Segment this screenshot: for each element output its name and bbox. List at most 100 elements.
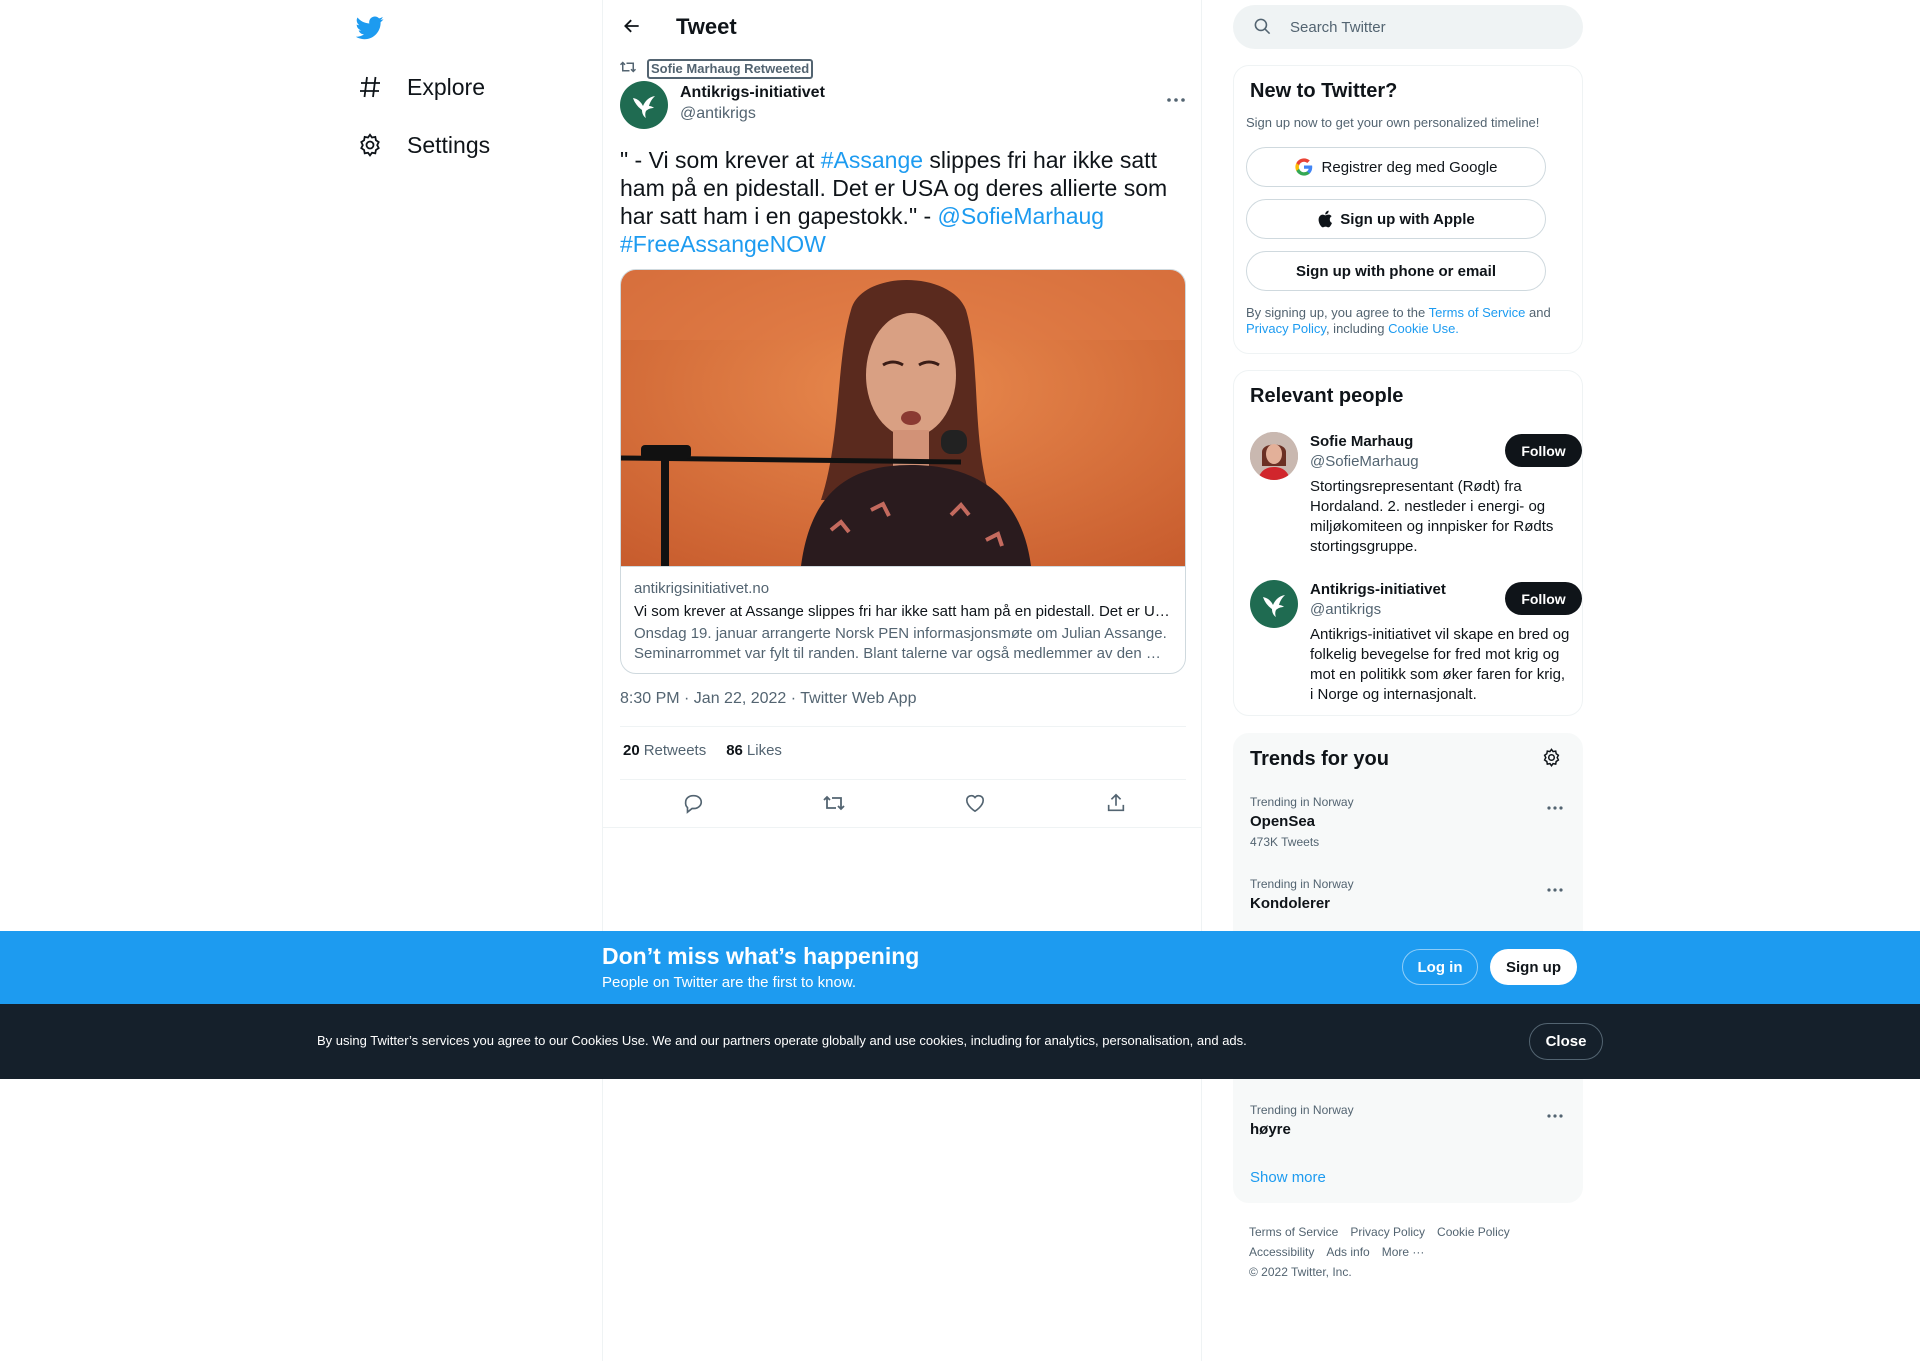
mention-link[interactable]: @SofieMarhaug — [938, 203, 1105, 229]
trend-count: 473K Tweets — [1250, 835, 1320, 849]
trend-name: OpenSea — [1250, 813, 1316, 830]
apple-icon — [1317, 210, 1333, 228]
author-avatar[interactable] — [620, 81, 668, 129]
hashtag-icon — [355, 72, 385, 102]
reply-icon — [682, 792, 704, 817]
avatar[interactable] — [1250, 432, 1298, 480]
signup-legal-text: By signing up, you agree to the Terms of… — [1246, 305, 1566, 337]
footer-cookie-link[interactable]: Cookie Policy — [1437, 1225, 1522, 1239]
apple-signup-button[interactable]: Sign up with Apple — [1246, 199, 1546, 239]
follow-button[interactable]: Follow — [1505, 582, 1582, 615]
cookie-banner-text: By using Twitter’s services you agree to… — [317, 1033, 1247, 1048]
retweets-count: 20 — [623, 742, 640, 759]
footer-link-label: Terms of Service — [1249, 1225, 1339, 1239]
trend-name: Kondolerer — [1250, 895, 1331, 912]
gear-icon — [1542, 748, 1561, 770]
footer-more-link[interactable]: More ··· — [1382, 1245, 1437, 1259]
tweet-text-part: " - Vi som krever at — [620, 147, 821, 173]
cookie-banner: By using Twitter’s services you agree to… — [0, 1004, 1920, 1079]
back-button[interactable] — [613, 8, 651, 46]
footer-privacy-link[interactable]: Privacy Policy — [1350, 1225, 1437, 1239]
cookie-close-button[interactable]: Close — [1529, 1023, 1603, 1060]
tweet-text: " - Vi som krever at #Assange slippes fr… — [620, 146, 1185, 258]
apple-signup-label: Sign up with Apple — [1340, 210, 1475, 228]
author-handle[interactable]: @antikrigs — [680, 105, 756, 123]
trend-more-button[interactable] — [1540, 1103, 1570, 1123]
card-domain: antikrigsinitiativet.no — [634, 580, 770, 597]
like-button[interactable] — [955, 784, 995, 824]
link-card[interactable]: antikrigsinitiativet.no Vi som krever at… — [620, 269, 1186, 674]
likes-stat[interactable]: 86 Likes — [726, 742, 782, 759]
person-bio: Stortingsrepresentant (Rødt) fra Hordala… — [1310, 478, 1554, 555]
card-image — [621, 270, 1185, 566]
copyright: © 2022 Twitter, Inc. — [1249, 1265, 1352, 1279]
share-button[interactable] — [1096, 784, 1136, 824]
page-title: Tweet — [676, 14, 737, 39]
trends-title: Trends for you — [1250, 748, 1389, 770]
follow-button[interactable]: Follow — [1505, 434, 1582, 467]
google-icon — [1294, 158, 1313, 176]
footer-link-label: Ads info — [1326, 1245, 1370, 1259]
nav-explore[interactable]: Explore — [343, 59, 497, 115]
avatar[interactable] — [1250, 580, 1298, 628]
legal-text: By signing up, you agree to the — [1246, 305, 1429, 320]
trend-more-button[interactable] — [1540, 877, 1570, 897]
signup-banner-subtitle: People on Twitter are the first to know. — [602, 974, 857, 991]
google-signup-button[interactable]: Registrer deg med Google — [1246, 147, 1546, 187]
trend-item[interactable]: Trending in Norway høyre — [1234, 1103, 1582, 1169]
hashtag-assange-link[interactable]: #Assange — [821, 147, 923, 173]
signup-button[interactable]: Sign up — [1490, 949, 1577, 985]
share-icon — [1105, 792, 1127, 817]
tweet-more-button[interactable] — [1161, 82, 1191, 112]
twitter-logo-icon[interactable] — [351, 10, 389, 46]
nav-settings-label: Settings — [407, 131, 491, 158]
trend-context: Trending in Norway — [1250, 877, 1354, 891]
phone-email-signup-button[interactable]: Sign up with phone or email — [1246, 251, 1546, 291]
trend-item[interactable]: Trending in Norway OpenSea 473K Tweets — [1234, 795, 1582, 861]
trend-context: Trending in Norway — [1250, 1103, 1354, 1117]
main-column: Tweet Sofie Marhaug Retweeted Antikrigs-… — [602, 0, 1202, 1361]
signup-banner-title: Don’t miss what’s happening — [602, 943, 920, 969]
login-button[interactable]: Log in — [1402, 949, 1478, 985]
show-more-link[interactable]: Show more — [1250, 1169, 1326, 1186]
footer-link-label: Accessibility — [1249, 1245, 1315, 1259]
top-bar: Tweet — [603, 0, 1201, 53]
likes-count: 86 — [726, 742, 743, 759]
trend-context: Trending in Norway — [1250, 795, 1354, 809]
person-name[interactable]: Sofie Marhaug — [1310, 433, 1413, 450]
trend-more-button[interactable] — [1540, 795, 1570, 815]
retweet-button[interactable] — [814, 784, 854, 824]
search-input[interactable] — [1290, 5, 1570, 49]
privacy-link[interactable]: Privacy Policy — [1246, 321, 1326, 336]
card-meta: antikrigsinitiativet.no Vi som krever at… — [621, 566, 1185, 673]
person-name[interactable]: Antikrigs-initiativet — [1310, 581, 1446, 598]
person-handle[interactable]: @antikrigs — [1310, 601, 1381, 618]
divider — [620, 779, 1186, 780]
divider — [620, 726, 1186, 727]
reply-button[interactable] — [673, 784, 713, 824]
relevant-people-title: Relevant people — [1250, 385, 1404, 407]
tweet-actions — [620, 784, 1186, 824]
signup-panel: New to Twitter? Sign up now to get your … — [1233, 65, 1583, 354]
hashtag-freeassangenow-link[interactable]: #FreeAssangeNOW — [620, 231, 826, 257]
gear-icon — [355, 130, 385, 160]
nav-settings[interactable]: Settings — [343, 117, 502, 173]
relevant-people-panel: Relevant people Sofie Marhaug @SofieMarh… — [1233, 370, 1583, 716]
footer-accessibility-link[interactable]: Accessibility — [1249, 1245, 1326, 1259]
footer-terms-link[interactable]: Terms of Service — [1249, 1225, 1350, 1239]
legal-text: , including — [1325, 321, 1389, 336]
retweeter-link[interactable]: Sofie Marhaug Retweeted — [647, 59, 814, 79]
tweet-timestamp[interactable]: 8:30 PM · Jan 22, 2022 · Twitter Web App — [620, 690, 916, 708]
author-name[interactable]: Antikrigs-initiativet — [680, 84, 825, 102]
footer-link-label: Cookie Policy — [1437, 1225, 1510, 1239]
trends-settings-button[interactable] — [1534, 742, 1568, 776]
person-handle[interactable]: @SofieMarhaug — [1310, 453, 1419, 470]
retweets-stat[interactable]: 20 Retweets — [623, 742, 706, 759]
phone-email-signup-label: Sign up with phone or email — [1295, 262, 1496, 280]
card-title: Vi som krever at Assange slippes fri har… — [634, 603, 1174, 620]
cookie-use-link[interactable]: Cookie Use. — [1388, 321, 1459, 336]
terms-link[interactable]: Terms of Service — [1429, 305, 1526, 320]
search-icon — [1253, 17, 1272, 41]
footer-ads-link[interactable]: Ads info — [1326, 1245, 1381, 1259]
likes-label: Likes — [746, 742, 782, 759]
